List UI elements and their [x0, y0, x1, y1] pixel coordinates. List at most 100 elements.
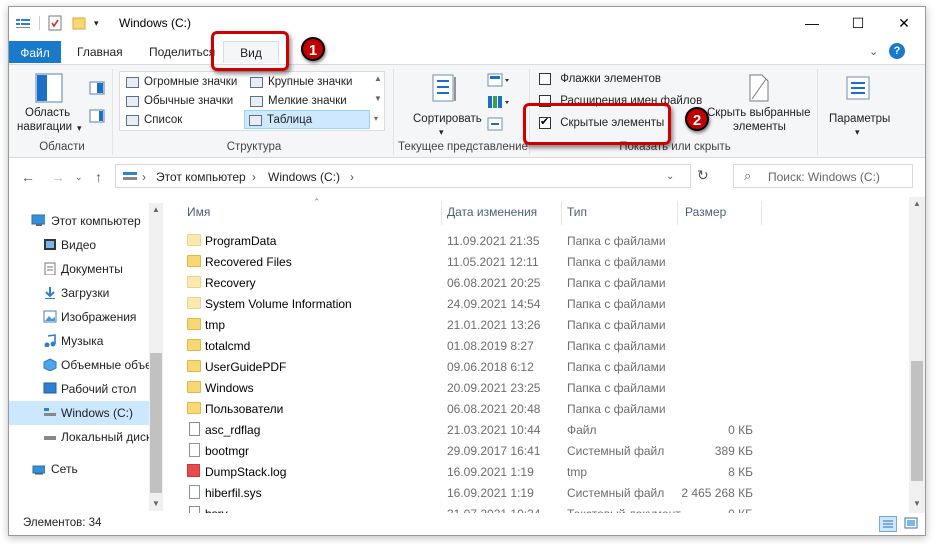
scroll-up-icon[interactable]: ▲: [913, 199, 921, 208]
chevron-down-icon[interactable]: ▾: [855, 127, 860, 138]
table-row[interactable]: DumpStack.log 16.09.2021 1:19 tmp 8 КБ: [173, 462, 773, 483]
nav-item-pictures[interactable]: Изображения: [9, 305, 149, 329]
preview-pane-icon[interactable]: [89, 81, 105, 95]
nav-pane-icon[interactable]: [35, 73, 63, 103]
file-list-scrollbar[interactable]: ▲ ▼: [909, 197, 925, 513]
group-by-icon[interactable]: [487, 73, 511, 87]
layout-small-icons[interactable]: Мелкие значки: [246, 92, 372, 111]
table-row[interactable]: Пользователи 06.08.2021 20:48 Папка с файл…: [173, 399, 773, 420]
nav-item-3d-objects[interactable]: Объемные объекты: [9, 353, 149, 377]
breadcrumb-this-pc[interactable]: Этот компьютер: [156, 170, 246, 184]
column-header-name[interactable]: Имя: [187, 205, 210, 219]
breadcrumb-separator[interactable]: ›: [142, 170, 146, 184]
nav-item-windows-drive[interactable]: Windows (C:): [9, 401, 149, 425]
nav-item-downloads[interactable]: Загрузки: [9, 281, 149, 305]
layout-list[interactable]: Список: [122, 111, 244, 130]
search-input[interactable]: ⌕ Поиск: Windows (C:): [733, 164, 913, 188]
up-arrow-icon[interactable]: ↑: [95, 169, 102, 185]
column-divider[interactable]: [677, 201, 678, 225]
table-row[interactable]: bootmgr 29.09.2017 16:41 Системный файл 389…: [173, 441, 773, 462]
refresh-icon[interactable]: ↻: [697, 167, 709, 184]
table-row[interactable]: tmp 21.01.2021 13:26 Папка с файлами: [173, 315, 773, 336]
chevron-down-icon[interactable]: ⌄: [666, 171, 674, 182]
table-row[interactable]: hsrv31.07.2021 10:34Текстовый документ0 …: [173, 504, 773, 513]
options-label[interactable]: Параметры: [829, 113, 890, 125]
gallery-expand-icon[interactable]: ▾: [374, 114, 378, 123]
back-arrow-icon[interactable]: ←: [21, 169, 35, 185]
nav-item-local-disk[interactable]: Локальный диск: [9, 425, 149, 449]
chevron-down-icon[interactable]: ▾: [77, 123, 82, 134]
scroll-up-icon[interactable]: ▲: [152, 205, 160, 214]
close-button[interactable]: ✕: [881, 7, 925, 39]
maximize-button[interactable]: ☐: [835, 7, 881, 39]
options-icon[interactable]: [845, 75, 871, 103]
item-checkboxes-option[interactable]: Флажки элементов: [539, 73, 661, 85]
nav-pane-scrollbar[interactable]: ▲ ▼: [149, 203, 163, 511]
fit-columns-icon[interactable]: [487, 117, 511, 131]
item-checkboxes-checkbox[interactable]: [539, 73, 551, 85]
column-divider[interactable]: [561, 201, 562, 225]
breadcrumb-separator[interactable]: ›: [350, 170, 354, 184]
nav-pane-label-2[interactable]: навигации: [17, 121, 72, 133]
table-row[interactable]: hiberfil.sys 16.09.2021 1:19 Системный фай…: [173, 483, 773, 504]
nav-item-desktop[interactable]: Рабочий стол: [9, 377, 149, 401]
table-row[interactable]: totalcmd 01.08.2019 8:27 Папка с файлами: [173, 336, 773, 357]
minimize-button[interactable]: —: [789, 7, 835, 39]
tab-file[interactable]: Файл: [9, 41, 61, 63]
large-icons-view-icon[interactable]: [903, 516, 921, 532]
nav-pane-label-1[interactable]: Область: [25, 107, 70, 119]
tab-home[interactable]: Главная: [67, 41, 133, 63]
help-icon[interactable]: ?: [889, 43, 905, 59]
column-divider[interactable]: [441, 201, 442, 225]
table-row[interactable]: ProgramData 11.09.2021 21:35 Папка с файла…: [173, 231, 773, 252]
column-header-type[interactable]: Тип: [567, 205, 587, 219]
scroll-down-icon[interactable]: ▼: [152, 499, 160, 508]
hide-selected-icon[interactable]: [747, 73, 771, 103]
table-row[interactable]: Recovered Files 11.05.2021 12:11 Папка с ф…: [173, 252, 773, 273]
nav-item-this-pc[interactable]: Этот компьютер: [9, 209, 149, 233]
details-pane-icon[interactable]: [89, 109, 105, 123]
sort-icon[interactable]: [431, 73, 459, 105]
column-header-size[interactable]: Размер: [685, 205, 726, 219]
layout-large-icons[interactable]: Крупные значки: [246, 73, 372, 92]
gallery-scroll-up-icon[interactable]: ▲: [374, 74, 382, 83]
table-row[interactable]: asc_rdflag 21.03.2021 10:44 Файл 0 КБ: [173, 420, 773, 441]
scrollbar-thumb[interactable]: [911, 361, 923, 481]
hide-selected-label-2[interactable]: элементы: [733, 121, 786, 133]
layout-extra-large-icons[interactable]: Огромные значки: [122, 73, 244, 92]
recent-locations-icon[interactable]: ⌄: [75, 172, 83, 183]
scrollbar-thumb[interactable]: [150, 353, 162, 493]
hidden-items-option[interactable]: Скрытые элементы: [539, 115, 664, 129]
nav-item-video[interactable]: Видео: [9, 233, 149, 257]
column-divider[interactable]: [761, 201, 762, 225]
table-row[interactable]: Windows 20.09.2021 23:25 Папка с файлами: [173, 378, 773, 399]
nav-item-network[interactable]: Сеть: [9, 457, 149, 481]
table-row[interactable]: UserGuidePDF 09.06.2018 6:12 Папка с файла…: [173, 357, 773, 378]
nav-item-documents[interactable]: Документы: [9, 257, 149, 281]
chevron-down-icon[interactable]: ⌄: [869, 45, 878, 58]
add-columns-icon[interactable]: [487, 95, 511, 109]
column-header-date[interactable]: Дата изменения: [447, 205, 537, 219]
gallery-scroll-down-icon[interactable]: ▼: [374, 94, 382, 103]
forward-arrow-icon[interactable]: →: [51, 169, 65, 185]
chevron-down-icon[interactable]: ▾: [94, 18, 99, 29]
this-pc-icon: [122, 171, 138, 182]
small-icons-icon: [250, 96, 263, 107]
table-row[interactable]: Recovery 06.08.2021 20:25 Папка с файлами: [173, 273, 773, 294]
ribbon-tabs: Файл Главная Поделиться Вид ⌄ ?: [9, 39, 925, 64]
breadcrumb-drive[interactable]: Windows (C:): [268, 170, 340, 184]
address-field[interactable]: › Этот компьютер › Windows (C:) › ⌄: [115, 164, 691, 188]
hide-selected-label-1[interactable]: Скрыть выбранные: [707, 107, 811, 119]
chevron-down-icon[interactable]: ▾: [439, 127, 444, 138]
new-folder-icon[interactable]: [72, 16, 86, 30]
layout-medium-icons[interactable]: Обычные значки: [122, 92, 244, 111]
details-view-icon[interactable]: [879, 516, 897, 532]
nav-item-music[interactable]: Музыка: [9, 329, 149, 353]
sort-label[interactable]: Сортировать: [413, 113, 482, 125]
hidden-items-checkbox[interactable]: [539, 115, 551, 129]
scroll-down-icon[interactable]: ▼: [913, 499, 921, 508]
properties-icon[interactable]: [48, 15, 62, 31]
breadcrumb-separator[interactable]: ›: [252, 170, 256, 184]
layout-details[interactable]: Таблица: [244, 110, 370, 129]
table-row[interactable]: System Volume Information 24.09.2021 14:5…: [173, 294, 773, 315]
